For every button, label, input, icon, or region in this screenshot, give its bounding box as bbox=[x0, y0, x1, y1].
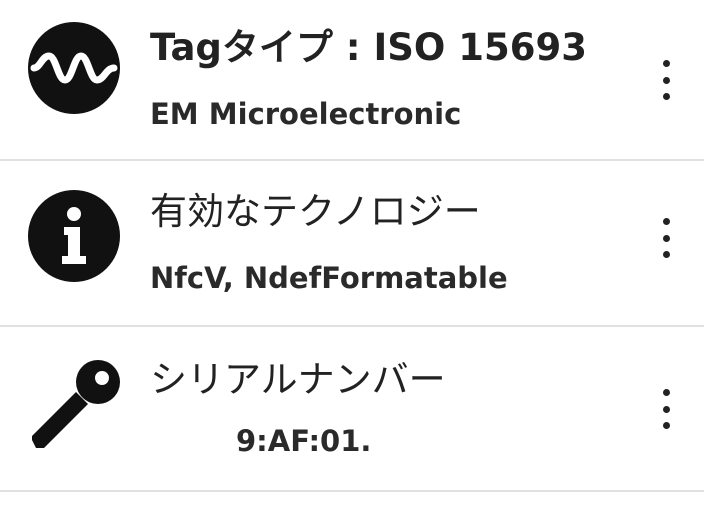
list-item-technologies[interactable]: 有効なテクノロジー NfcV, NdefFormatable bbox=[0, 160, 704, 326]
divider bbox=[0, 490, 704, 492]
info-icon bbox=[28, 190, 120, 282]
key-icon bbox=[32, 360, 120, 448]
item-subtitle: 9:AF:01. bbox=[236, 424, 372, 458]
waveform-icon bbox=[28, 22, 120, 114]
tag-info-list: Tagタイプ : ISO 15693 EM Microelectronic 有効… bbox=[0, 0, 704, 492]
overflow-menu-icon[interactable] bbox=[656, 60, 676, 100]
overflow-menu-icon[interactable] bbox=[656, 389, 676, 429]
item-title: シリアルナンバー bbox=[150, 358, 446, 401]
item-title: 有効なテクノロジー bbox=[150, 190, 481, 233]
item-subtitle: EM Microelectronic bbox=[150, 97, 462, 131]
list-item-serial-number[interactable]: シリアルナンバー 9:AF:01. bbox=[0, 326, 704, 491]
item-title: Tagタイプ : ISO 15693 bbox=[150, 26, 587, 69]
overflow-menu-icon[interactable] bbox=[656, 218, 676, 258]
item-subtitle: NfcV, NdefFormatable bbox=[150, 261, 508, 295]
list-item-tag-type[interactable]: Tagタイプ : ISO 15693 EM Microelectronic bbox=[0, 0, 704, 160]
